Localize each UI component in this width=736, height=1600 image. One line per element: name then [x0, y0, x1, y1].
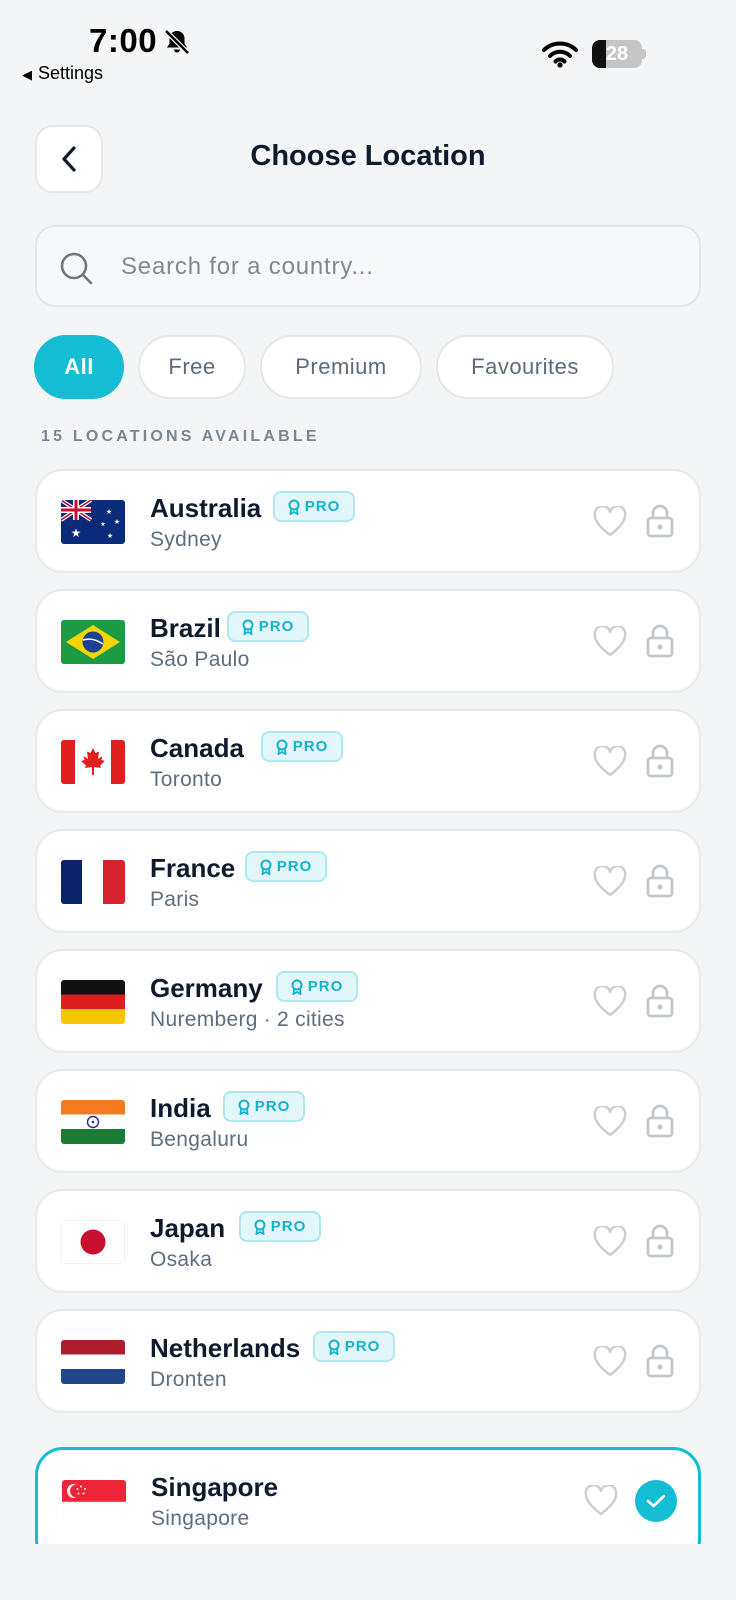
heart-outline-icon[interactable]	[593, 986, 627, 1018]
lock-icon	[646, 1344, 674, 1378]
pro-badge: PRO	[261, 731, 343, 762]
lock-icon	[646, 504, 674, 538]
location-city: Bengaluru	[150, 1128, 249, 1151]
location-country: Germany	[150, 973, 263, 1003]
status-time: 7:00	[89, 22, 158, 59]
back-app-label: Settings	[38, 63, 104, 83]
svg-text:★: ★	[114, 518, 120, 526]
location-country: Brazil	[150, 613, 221, 643]
location-country: Canada	[150, 733, 244, 763]
pro-badge: PRO	[313, 1331, 395, 1362]
award-icon	[238, 1099, 250, 1115]
pro-badge: PRO	[245, 851, 327, 882]
location-list: ★ ★ ★ ★ ★ Australia PRO Sydney Brazil PR…	[35, 469, 701, 1544]
lock-icon	[646, 864, 674, 898]
pro-badge: PRO	[276, 971, 358, 1002]
heart-outline-icon[interactable]	[593, 506, 627, 538]
svg-text:★: ★	[71, 526, 82, 540]
netherlands-flag-icon	[61, 1340, 125, 1384]
bell-muted-icon	[164, 29, 190, 55]
location-row-brazil[interactable]: Brazil PRO São Paulo	[35, 589, 701, 693]
location-row-singapore[interactable]: Singapore Singapore	[35, 1447, 701, 1544]
canada-flag-icon	[61, 740, 125, 784]
selected-check-icon	[635, 1480, 677, 1522]
location-country: Netherlands	[150, 1333, 301, 1363]
heart-outline-icon[interactable]	[593, 626, 627, 658]
filter-chip-favourites[interactable]: Favourites	[436, 335, 614, 399]
germany-flag-icon	[61, 980, 125, 1024]
heart-outline-icon[interactable]	[593, 1346, 627, 1378]
location-city: Osaka	[150, 1248, 213, 1271]
svg-text:★: ★	[100, 521, 105, 528]
location-city: Paris	[150, 888, 200, 911]
location-row-india[interactable]: India PRO Bengaluru	[35, 1069, 701, 1173]
location-country: Australia	[150, 493, 262, 523]
heart-outline-icon[interactable]	[593, 1226, 627, 1258]
location-city: Toronto	[150, 768, 223, 791]
lock-icon	[646, 1224, 674, 1258]
location-country: Japan	[150, 1213, 226, 1243]
location-row-france[interactable]: France PRO Paris	[35, 829, 701, 933]
location-city: Sydney	[150, 528, 222, 551]
award-icon	[242, 619, 254, 635]
india-flag-icon	[61, 1100, 125, 1144]
location-country: Singapore	[151, 1472, 279, 1502]
filter-chips: All Free Premium Favourites	[34, 335, 614, 399]
award-icon	[291, 979, 303, 995]
location-city: Nuremberg · 2 cities	[150, 1008, 345, 1031]
filter-chip-all[interactable]: All	[34, 335, 124, 399]
search-box[interactable]	[35, 225, 701, 307]
svg-text:★: ★	[107, 532, 113, 540]
heart-outline-icon[interactable]	[593, 1106, 627, 1138]
award-icon	[254, 1219, 266, 1235]
search-icon	[60, 252, 93, 285]
locations-count-label: 15 LOCATIONS AVAILABLE	[41, 428, 320, 445]
location-country: India	[150, 1093, 211, 1123]
back-triangle-icon: ◀	[22, 67, 32, 82]
filter-chip-premium[interactable]: Premium	[260, 335, 422, 399]
location-city: Singapore	[151, 1507, 250, 1530]
award-icon	[260, 859, 272, 875]
location-city: Dronten	[150, 1368, 227, 1391]
japan-flag-icon	[61, 1220, 125, 1264]
location-row-australia[interactable]: ★ ★ ★ ★ ★ Australia PRO Sydney	[35, 469, 701, 573]
wifi-icon	[542, 41, 578, 68]
singapore-flag-icon	[62, 1480, 126, 1524]
pro-badge: PRO	[273, 491, 355, 522]
search-input[interactable]	[121, 247, 681, 287]
filter-chip-free[interactable]: Free	[138, 335, 246, 399]
brazil-flag-icon	[61, 620, 125, 664]
location-row-canada[interactable]: Canada PRO Toronto	[35, 709, 701, 813]
svg-text:★: ★	[106, 508, 112, 516]
lock-icon	[646, 624, 674, 658]
australia-flag-icon: ★ ★ ★ ★ ★	[61, 500, 125, 544]
location-country: France	[150, 853, 236, 883]
battery-indicator: 28	[592, 40, 646, 68]
location-city: São Paulo	[150, 648, 250, 671]
pro-badge: PRO	[223, 1091, 305, 1122]
award-icon	[328, 1339, 340, 1355]
location-row-netherlands[interactable]: Netherlands PRO Dronten	[35, 1309, 701, 1413]
award-icon	[276, 739, 288, 755]
heart-outline-icon[interactable]	[593, 866, 627, 898]
france-flag-icon	[61, 860, 125, 904]
location-extra: 2 cities	[277, 1008, 345, 1031]
back-to-settings-link[interactable]: ◀ Settings	[22, 63, 103, 84]
lock-icon	[646, 744, 674, 778]
page-title: Choose Location	[250, 140, 486, 172]
location-row-germany[interactable]: Germany PRO Nuremberg · 2 cities	[35, 949, 701, 1053]
pro-badge: PRO	[227, 611, 309, 642]
heart-outline-icon[interactable]	[584, 1485, 618, 1517]
heart-outline-icon[interactable]	[593, 746, 627, 778]
lock-icon	[646, 984, 674, 1018]
location-row-japan[interactable]: Japan PRO Osaka	[35, 1189, 701, 1293]
pro-badge: PRO	[239, 1211, 321, 1242]
battery-percent: 28	[605, 43, 629, 65]
lock-icon	[646, 1104, 674, 1138]
award-icon	[288, 499, 300, 515]
status-bar: 7:00 ◀ Settings 28	[0, 0, 736, 90]
